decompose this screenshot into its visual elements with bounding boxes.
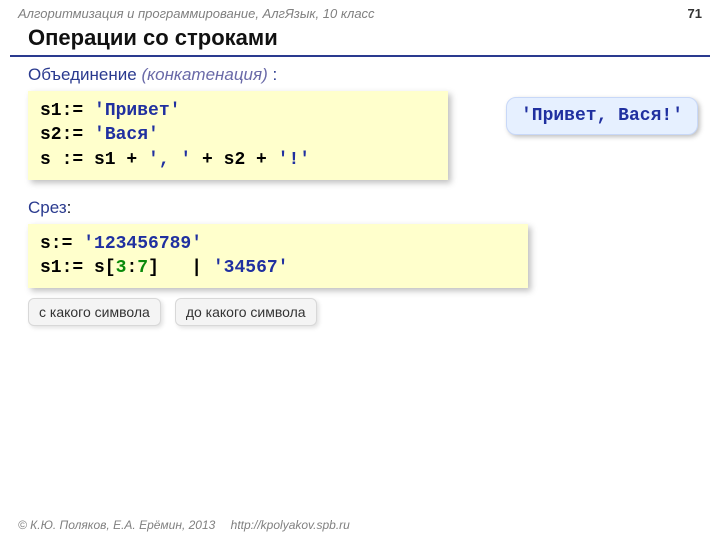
heading-colon: : [268, 65, 277, 84]
code-frag: s1:= s[ [40, 258, 116, 278]
code-frag: s := s1 + [40, 150, 148, 170]
code-str: '123456789' [83, 234, 202, 254]
course-label: Алгоритмизация и программирование, АлгЯз… [18, 6, 375, 21]
code-str: ', ' [148, 150, 191, 170]
page-title: Операции со строками [10, 23, 710, 57]
footer-url: http://kpolyakov.spb.ru [231, 518, 350, 532]
code-frag: ] | [148, 258, 213, 278]
concat-block: s1:= 'Привет' s2:= 'Вася' s := s1 + ', '… [28, 91, 692, 180]
code-idx: 7 [137, 258, 148, 278]
label-from: с какого символа [28, 298, 161, 326]
heading-word: Срез [28, 198, 67, 217]
code-str: '34567' [213, 258, 289, 278]
code-frag: s2:= [40, 125, 94, 145]
code-str: 'Привет' [94, 101, 180, 121]
code-frag: s1:= [40, 101, 94, 121]
result-bubble: 'Привет, Вася!' [506, 97, 698, 135]
code-frag: : [126, 258, 137, 278]
code-concat: s1:= 'Привет' s2:= 'Вася' s := s1 + ', '… [28, 91, 448, 180]
copyright: © К.Ю. Поляков, Е.А. Ерёмин, 2013 [18, 518, 215, 532]
section-concat-heading: Объединение (конкатенация) : [28, 65, 692, 85]
footer: © К.Ю. Поляков, Е.А. Ерёмин, 2013 http:/… [18, 518, 350, 532]
page-number: 71 [688, 6, 702, 21]
section-slice-heading: Срез: [28, 198, 692, 218]
code-slice: s:= '123456789' s1:= s[3:7] | '34567' [28, 224, 528, 289]
heading-paren: (конкатенация) [141, 65, 267, 84]
header: Алгоритмизация и программирование, АлгЯз… [0, 0, 720, 23]
heading-word: Объединение [28, 65, 137, 84]
code-frag: s:= [40, 234, 83, 254]
code-idx: 3 [116, 258, 127, 278]
code-frag: + s2 + [191, 150, 277, 170]
slice-labels: с какого символа до какого символа [28, 298, 692, 326]
heading-colon: : [67, 198, 72, 217]
code-str: 'Вася' [94, 125, 159, 145]
label-to: до какого символа [175, 298, 317, 326]
code-str: '!' [278, 150, 310, 170]
